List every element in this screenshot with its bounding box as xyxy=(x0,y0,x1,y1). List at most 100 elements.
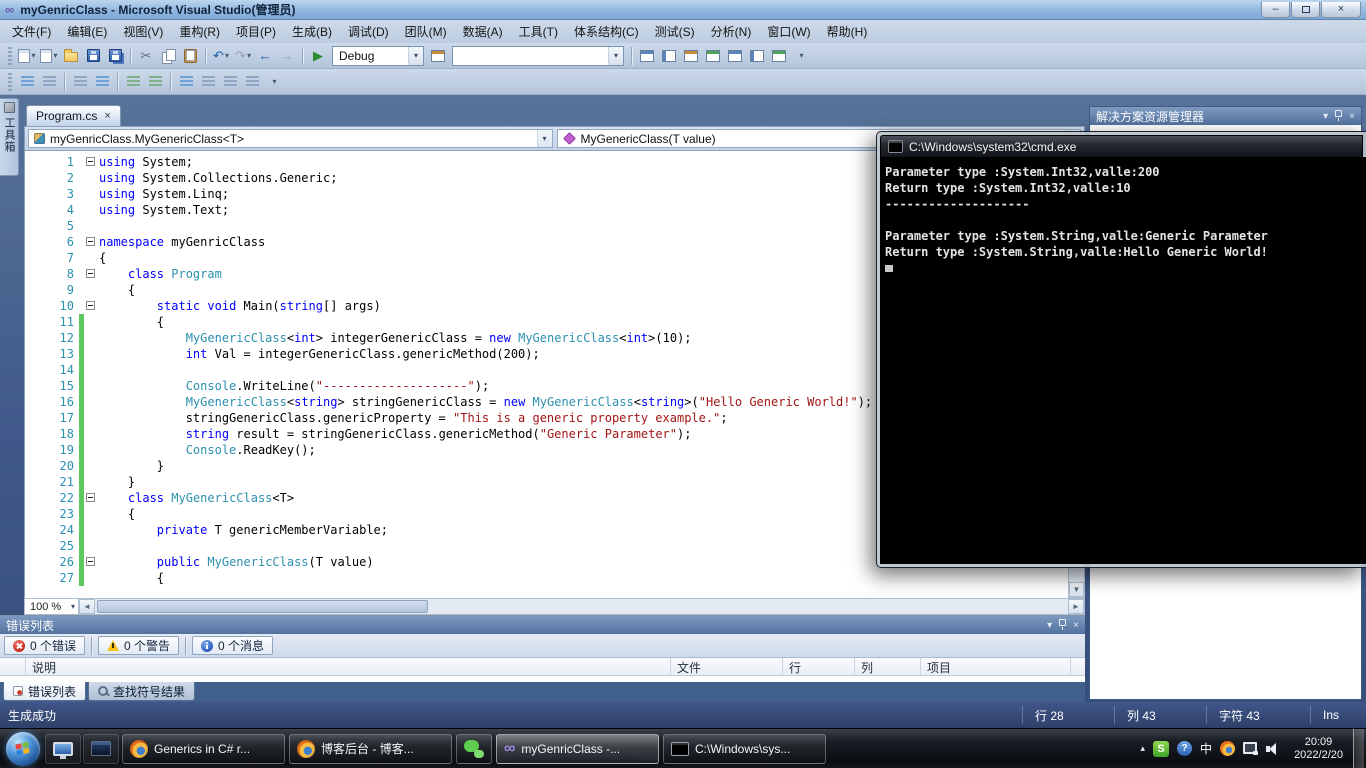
menu-item[interactable]: 团队(M) xyxy=(397,20,455,43)
menu-item[interactable]: 编辑(E) xyxy=(59,20,115,43)
fold-toggle[interactable] xyxy=(86,493,95,502)
zoom-dropdown[interactable]: 100 % ▾ xyxy=(25,599,79,614)
scroll-right-icon[interactable]: ► xyxy=(1068,599,1084,614)
tab-close-icon[interactable]: × xyxy=(104,110,110,122)
open-file-button[interactable] xyxy=(60,45,82,67)
undo-button[interactable]: ↶ ▾ xyxy=(210,45,232,67)
navigate-back-button[interactable]: ← xyxy=(254,45,276,67)
column-line[interactable]: 行 xyxy=(783,658,855,675)
menu-item[interactable]: 分析(N) xyxy=(703,20,760,43)
column-project[interactable]: 项目 xyxy=(921,658,1071,675)
uncomment-button[interactable] xyxy=(144,71,166,93)
indent-increase-button[interactable] xyxy=(91,71,113,93)
toolbar-overflow-button[interactable]: ▾ xyxy=(790,45,812,67)
column-description[interactable]: 说明 xyxy=(26,658,671,675)
solution-explorer-titlebar[interactable]: 解决方案资源管理器 ▾ × xyxy=(1090,107,1361,125)
pin-icon[interactable] xyxy=(1335,109,1343,122)
next-bookmark-button[interactable] xyxy=(219,71,241,93)
menu-item[interactable]: 窗口(W) xyxy=(759,20,818,43)
tab-program-cs[interactable]: Program.cs × xyxy=(26,105,121,126)
menu-item[interactable]: 体系结构(C) xyxy=(566,20,647,43)
menu-item[interactable]: 工具(T) xyxy=(511,20,566,43)
menu-item[interactable]: 项目(P) xyxy=(228,20,284,43)
taskbar-button-firefox-2[interactable]: 博客后台 - 博客... xyxy=(289,733,452,764)
menu-item[interactable]: 文件(F) xyxy=(4,20,59,43)
line-numbers-button[interactable] xyxy=(38,71,60,93)
menu-item[interactable]: 帮助(H) xyxy=(819,20,876,43)
paste-button[interactable] xyxy=(179,45,201,67)
errors-filter-button[interactable]: 0 个错误 xyxy=(4,636,86,655)
menu-item[interactable]: 测试(S) xyxy=(647,20,703,43)
toolbox-button[interactable] xyxy=(724,45,746,67)
toolbar-grip[interactable] xyxy=(8,72,12,91)
indent-decrease-button[interactable] xyxy=(69,71,91,93)
volume-tray-icon[interactable] xyxy=(1266,742,1280,755)
comment-button[interactable] xyxy=(122,71,144,93)
code-line[interactable]: 27 { xyxy=(25,570,1068,586)
dropdown-arrow-icon[interactable]: ▾ xyxy=(536,130,552,147)
menu-item[interactable]: 调试(D) xyxy=(340,20,397,43)
taskbar-button-visual-studio[interactable]: ∞ myGenricClass -... xyxy=(496,733,659,764)
start-button[interactable] xyxy=(6,731,40,766)
taskbar-button-wechat[interactable] xyxy=(456,733,492,764)
messages-filter-button[interactable]: 0 个消息 xyxy=(192,636,274,655)
titlebar[interactable]: ∞ myGenricClass - Microsoft Visual Studi… xyxy=(0,0,1366,20)
fold-toggle[interactable] xyxy=(86,237,95,246)
previous-bookmark-button[interactable] xyxy=(197,71,219,93)
properties-window-button[interactable] xyxy=(680,45,702,67)
pin-icon[interactable] xyxy=(1059,618,1067,631)
tab-error-list[interactable]: 错误列表 xyxy=(3,682,87,701)
debug-configuration-combo[interactable]: Debug ▾ xyxy=(332,45,424,66)
cmd-window[interactable]: C:\Windows\system32\cmd.exe Parameter ty… xyxy=(876,131,1366,568)
find-combo[interactable]: ▾ xyxy=(452,45,624,66)
solution-explorer-button[interactable] xyxy=(658,45,680,67)
copy-button[interactable] xyxy=(157,45,179,67)
close-icon[interactable]: × xyxy=(1349,111,1355,122)
horizontal-scroll-thumb[interactable] xyxy=(97,600,428,613)
types-dropdown[interactable]: myGenricClass.MyGenericClass<T> ▾ xyxy=(28,129,553,148)
save-all-button[interactable] xyxy=(104,45,126,67)
menu-item[interactable]: 重构(R) xyxy=(171,20,228,43)
ime-indicator[interactable]: 中 xyxy=(1200,740,1212,757)
sogou-tray-icon[interactable]: S xyxy=(1153,740,1170,757)
new-project-button[interactable]: ▾ xyxy=(16,45,38,67)
firefox-tray-icon[interactable] xyxy=(1220,741,1236,756)
fold-toggle[interactable] xyxy=(86,157,95,166)
console-output[interactable]: Parameter type :System.Int32,valle:200 Re… xyxy=(880,157,1366,564)
quick-launch-app-button[interactable] xyxy=(83,733,119,764)
menu-item[interactable]: 生成(B) xyxy=(284,20,340,43)
editor-horizontal-scrollbar[interactable]: ◄ ► xyxy=(79,599,1084,614)
help-tray-icon[interactable]: ? xyxy=(1177,741,1193,756)
start-debug-button[interactable]: ▶ xyxy=(307,45,329,67)
tray-expand-icon[interactable]: ▴ xyxy=(1141,743,1146,754)
scroll-down-icon[interactable]: ▼ xyxy=(1069,582,1084,597)
close-icon[interactable]: × xyxy=(1073,620,1079,631)
add-item-button[interactable]: ▾ xyxy=(38,45,60,67)
menu-item[interactable]: 数据(A) xyxy=(455,20,511,43)
quick-launch-computer-button[interactable] xyxy=(45,733,81,764)
column-column[interactable]: 列 xyxy=(855,658,921,675)
taskbar-button-firefox-1[interactable]: Generics in C# r... xyxy=(122,733,285,764)
object-browser-button[interactable] xyxy=(702,45,724,67)
fold-toggle[interactable] xyxy=(86,269,95,278)
menu-item[interactable]: 视图(V) xyxy=(115,20,171,43)
attach-process-button[interactable] xyxy=(427,45,449,67)
cut-button[interactable]: ✂ xyxy=(135,45,157,67)
redo-button[interactable]: ↷ ▾ xyxy=(232,45,254,67)
fold-toggle[interactable] xyxy=(86,301,95,310)
taskbar-button-cmd[interactable]: C:\Windows\sys... xyxy=(663,733,826,764)
scroll-left-icon[interactable]: ◄ xyxy=(79,599,95,614)
error-list-titlebar[interactable]: 错误列表 ▾ × xyxy=(0,616,1085,634)
error-list-button[interactable] xyxy=(746,45,768,67)
word-wrap-button[interactable] xyxy=(16,71,38,93)
network-tray-icon[interactable] xyxy=(1243,742,1259,755)
show-desktop-button[interactable] xyxy=(1353,728,1364,768)
taskbar-clock[interactable]: 20:09 2022/2/20 xyxy=(1286,736,1351,762)
navigate-forward-button[interactable]: → xyxy=(276,45,298,67)
cmd-titlebar[interactable]: C:\Windows\system32\cmd.exe xyxy=(880,135,1363,157)
save-button[interactable] xyxy=(82,45,104,67)
toggle-bookmark-button[interactable] xyxy=(175,71,197,93)
minimize-button[interactable]: – xyxy=(1261,1,1290,18)
window-position-icon[interactable]: ▾ xyxy=(1323,111,1328,122)
close-button[interactable]: × xyxy=(1321,1,1361,18)
